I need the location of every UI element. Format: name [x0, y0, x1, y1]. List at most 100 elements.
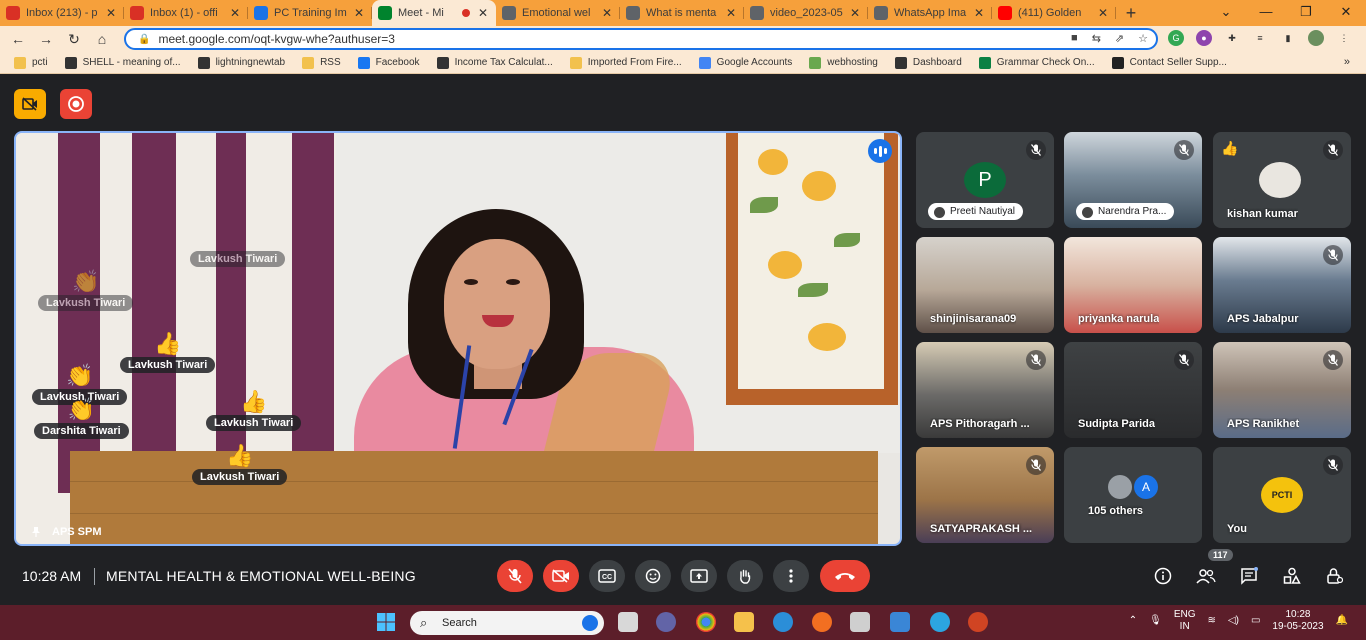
show-hidden-icons[interactable]: ⌃ [1129, 615, 1137, 627]
bookmark-item[interactable]: Facebook [357, 56, 420, 69]
browser-tab[interactable]: Meet - Mi ✕ [372, 0, 496, 26]
people-icon[interactable] [1195, 565, 1217, 587]
menu-icon[interactable]: ⋮ [1336, 30, 1352, 46]
bookmark-item[interactable]: pcti [14, 56, 48, 69]
browser-tab[interactable]: Inbox (213) - p ✕ [0, 0, 124, 26]
participant-tile[interactable]: 👍 kishan kumar [1213, 132, 1351, 228]
close-tab-icon[interactable]: ✕ [848, 6, 862, 20]
browser-tab[interactable]: WhatsApp Ima ✕ [868, 0, 992, 26]
volume-icon[interactable]: ◁) [1228, 615, 1239, 627]
lock-icon[interactable]: 🔒 [138, 34, 150, 45]
puzzle-icon[interactable]: ✚ [1224, 30, 1240, 46]
home-button[interactable]: ⌂ [88, 31, 116, 47]
camera-icon[interactable]: ■ [1071, 32, 1078, 45]
participant-tile[interactable]: shinjinisarana09 [916, 237, 1054, 333]
emoji-reactions-button[interactable] [635, 560, 671, 592]
captions-button[interactable]: CC [589, 560, 625, 592]
close-tab-icon[interactable]: ✕ [104, 6, 118, 20]
file-explorer-icon[interactable] [734, 612, 754, 632]
tab-search-icon[interactable]: ⌄ [1206, 0, 1246, 26]
forward-button[interactable]: → [32, 31, 60, 47]
browser-tab[interactable]: (411) Golden ✕ [992, 0, 1116, 26]
edge-icon[interactable] [773, 612, 793, 632]
clock[interactable]: 10:28 19-05-2023 [1272, 609, 1323, 633]
mic-tray-icon[interactable]: 🎙 [1149, 615, 1162, 627]
restore-button[interactable]: ❐ [1286, 0, 1326, 26]
close-tab-icon[interactable]: ✕ [1096, 6, 1110, 20]
more-options-button[interactable] [773, 560, 809, 592]
participant-tile[interactable]: A 105 others [1064, 447, 1202, 543]
participant-tile[interactable]: APS Jabalpur [1213, 237, 1351, 333]
raise-hand-button[interactable] [727, 560, 763, 592]
minimize-button[interactable]: — [1246, 0, 1286, 26]
participant-tile[interactable]: priyanka narula [1064, 237, 1202, 333]
spotlight-video-tile[interactable]: 👏 Lavkush Tiwari Lavkush Tiwari 👍 Lavkus… [14, 131, 902, 546]
language-indicator[interactable]: ENG IN [1174, 609, 1196, 633]
side-panel-icon[interactable]: ▮ [1280, 30, 1296, 46]
notepad-icon[interactable] [890, 612, 910, 632]
app-icon[interactable] [850, 612, 870, 632]
mic-off-button[interactable] [497, 560, 533, 592]
participant-tile[interactable]: PCTI You [1213, 447, 1351, 543]
bookmark-item[interactable]: Imported From Fire... [569, 56, 682, 69]
powerpoint-icon[interactable] [968, 612, 988, 632]
bookmark-item[interactable]: webhosting [809, 56, 878, 69]
present-screen-button[interactable] [681, 560, 717, 592]
close-tab-icon[interactable]: ✕ [476, 6, 490, 20]
close-tab-icon[interactable]: ✕ [724, 6, 738, 20]
participant-tile[interactable]: Sudipta Parida [1064, 342, 1202, 438]
extension-icon[interactable]: ● [1196, 30, 1212, 46]
browser-tab[interactable]: Emotional wel ✕ [496, 0, 620, 26]
chrome-icon[interactable] [696, 612, 716, 632]
reading-list-icon[interactable]: ≡ [1252, 30, 1268, 46]
participant-tile[interactable]: APS Ranikhet [1213, 342, 1351, 438]
close-window-button[interactable]: ✕ [1326, 0, 1366, 26]
leave-call-button[interactable] [820, 560, 870, 592]
battery-icon[interactable]: ▭ [1251, 615, 1260, 627]
participant-tile[interactable]: Narendra Pra... [1064, 132, 1202, 228]
bookmarks-overflow-icon[interactable]: » [1344, 56, 1350, 68]
activities-icon[interactable] [1281, 565, 1303, 587]
camera-off-button[interactable] [543, 560, 579, 592]
meeting-details-icon[interactable] [1152, 565, 1174, 587]
browser-tab[interactable]: PC Training Im ✕ [248, 0, 372, 26]
host-controls-icon[interactable] [1323, 565, 1345, 587]
camera-off-notice-icon[interactable] [14, 89, 46, 119]
address-bar[interactable]: 🔒 meet.google.com/oqt-kvgw-whe?authuser=… [124, 28, 1158, 50]
participant-tile[interactable]: APS Pithoragarh ... [916, 342, 1054, 438]
firefox-icon[interactable] [812, 612, 832, 632]
bookmark-item[interactable]: SHELL - meaning of... [64, 56, 181, 69]
reload-button[interactable]: ↻ [60, 31, 88, 48]
bookmark-star-icon[interactable]: ☆ [1138, 32, 1148, 45]
close-tab-icon[interactable]: ✕ [352, 6, 366, 20]
task-view-icon[interactable] [618, 612, 638, 632]
pin-icon[interactable] [30, 526, 42, 538]
browser-tab[interactable]: Inbox (1) - offi ✕ [124, 0, 248, 26]
notifications-icon[interactable]: 🔔 [1336, 615, 1348, 627]
windows-start-icon[interactable] [376, 612, 396, 632]
translate-icon[interactable]: ⇆ [1092, 32, 1101, 45]
bookmark-item[interactable]: Income Tax Calculat... [436, 56, 553, 69]
bookmark-item[interactable]: Contact Seller Supp... [1111, 56, 1227, 69]
bookmark-item[interactable]: Dashboard [894, 56, 962, 69]
teams-chat-icon[interactable] [656, 612, 676, 632]
recording-icon[interactable] [60, 89, 92, 119]
grammarly-extension-icon[interactable]: G [1168, 30, 1184, 46]
participant-tile[interactable]: SATYAPRAKASH ... [916, 447, 1054, 543]
close-tab-icon[interactable]: ✕ [600, 6, 614, 20]
share-icon[interactable]: ⇗ [1115, 32, 1124, 45]
taskbar-search[interactable]: ⌕ Search [410, 611, 604, 635]
browser-tab[interactable]: What is menta ✕ [620, 0, 744, 26]
bookmark-item[interactable]: Grammar Check On... [978, 56, 1095, 69]
bookmark-item[interactable]: lightningnewtab [197, 56, 285, 69]
bookmark-item[interactable]: Google Accounts [698, 56, 792, 69]
participant-tile[interactable]: P Preeti Nautiyal [916, 132, 1054, 228]
chat-icon[interactable] [1238, 565, 1260, 587]
profile-avatar[interactable] [1308, 30, 1324, 46]
wifi-icon[interactable]: ≋ [1208, 615, 1216, 627]
close-tab-icon[interactable]: ✕ [972, 6, 986, 20]
telegram-icon[interactable] [930, 612, 950, 632]
bookmark-item[interactable]: RSS [302, 56, 341, 69]
browser-tab[interactable]: video_2023-05 ✕ [744, 0, 868, 26]
new-tab-button[interactable]: + [1116, 0, 1146, 26]
